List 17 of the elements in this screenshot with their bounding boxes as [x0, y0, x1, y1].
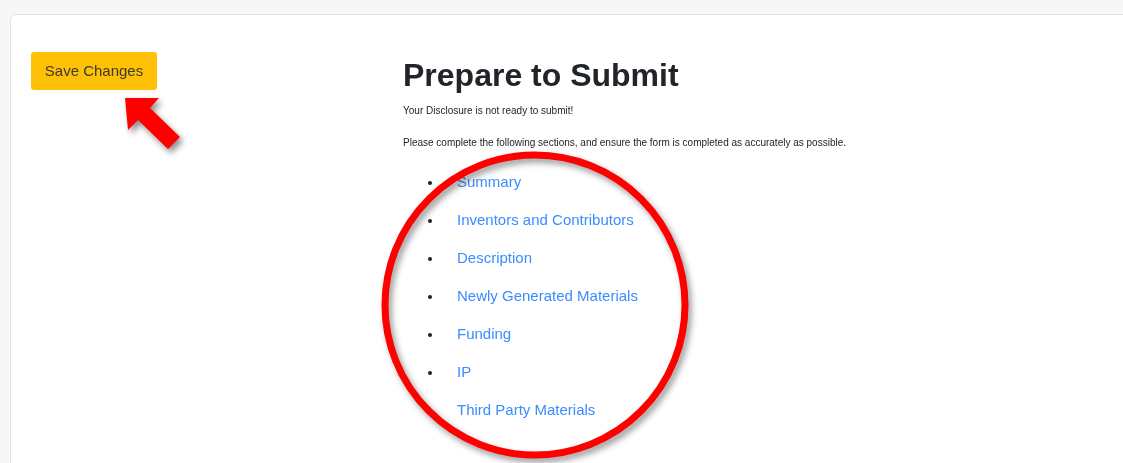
- bullet-icon: [428, 370, 432, 375]
- bullet-icon: [428, 218, 432, 223]
- section-link[interactable]: Third Party Materials: [457, 399, 596, 422]
- save-changes-button[interactable]: Save Changes: [31, 52, 157, 90]
- section-link[interactable]: Summary: [457, 171, 522, 194]
- section-link[interactable]: Inventors and Contributors: [457, 209, 634, 232]
- page-heading: Prepare to Submit: [403, 56, 680, 95]
- section-link[interactable]: Description: [457, 247, 533, 270]
- section-link[interactable]: Newly Generated Materials: [457, 285, 638, 308]
- bullet-icon: [428, 180, 432, 185]
- instructions-text: Please complete the following sections, and ensure the form is completed as accurately as possible.: [403, 136, 846, 150]
- status-message: Your Disclosure is not ready to submit!: [403, 104, 575, 118]
- section-link[interactable]: IP: [457, 361, 472, 384]
- bullet-icon: [428, 256, 432, 261]
- bullet-icon: [428, 332, 432, 337]
- bullet-icon: [428, 294, 432, 299]
- section-link[interactable]: Funding: [457, 323, 512, 346]
